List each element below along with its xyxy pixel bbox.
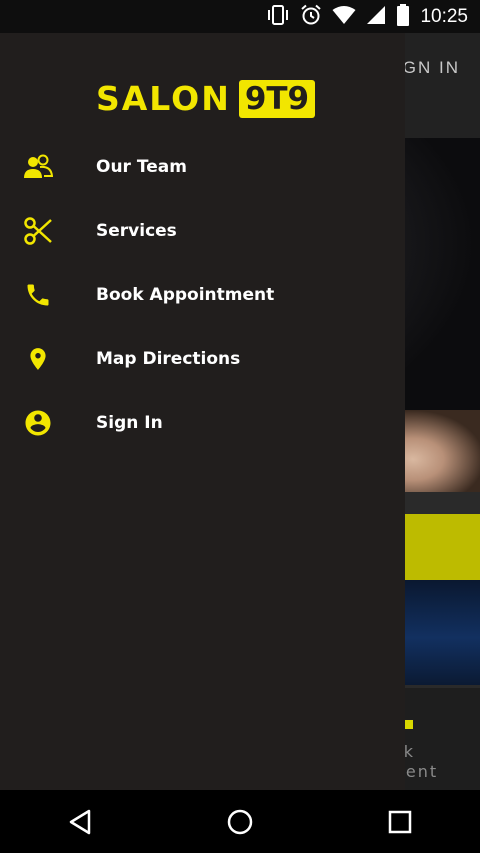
menu-label-sign-in: Sign In <box>96 413 163 433</box>
book-tab-icon <box>404 720 413 729</box>
home-circle-icon <box>227 809 253 834</box>
logo-badge: 9T9 <box>238 79 316 118</box>
menu-label-map-directions: Map Directions <box>96 349 241 369</box>
wifi-icon <box>332 5 356 29</box>
menu-item-map-directions[interactable]: Map Directions <box>0 327 405 391</box>
menu-item-our-team[interactable]: Our Team <box>0 135 405 199</box>
home-button[interactable] <box>210 792 270 852</box>
hero-image-detail <box>405 410 480 492</box>
location-pin-icon <box>20 341 56 377</box>
logo-text: SALON <box>96 79 231 118</box>
menu-label-book-appointment: Book Appointment <box>96 285 275 305</box>
recents-square-icon <box>388 810 412 833</box>
status-bar: 10:25 <box>0 0 480 33</box>
menu-item-services[interactable]: Services <box>0 199 405 263</box>
salon-logo: SALON 9T9 <box>96 79 316 118</box>
drawer-menu: Our Team Services Book Appointment Map D… <box>0 135 405 455</box>
alarm-icon <box>300 4 322 30</box>
menu-item-book-appointment[interactable]: Book Appointment <box>0 263 405 327</box>
vibrate-icon <box>266 5 290 29</box>
phone-icon <box>20 277 56 313</box>
app-signin-link[interactable]: GN IN <box>403 58 460 78</box>
system-nav-bar <box>0 790 480 853</box>
back-button[interactable] <box>50 792 110 852</box>
team-icon <box>20 149 56 185</box>
menu-label-our-team: Our Team <box>96 157 187 177</box>
recents-button[interactable] <box>370 792 430 852</box>
scissors-icon <box>20 213 56 249</box>
navigation-drawer: SALON 9T9 Our Team Services Book Appoint… <box>0 33 405 790</box>
account-circle-icon <box>20 405 56 441</box>
battery-icon <box>396 4 410 30</box>
menu-label-services: Services <box>96 221 177 241</box>
menu-item-sign-in[interactable]: Sign In <box>0 391 405 455</box>
back-triangle-icon <box>69 809 91 834</box>
status-time: 10:25 <box>420 6 468 27</box>
cell-signal-icon <box>366 5 386 29</box>
